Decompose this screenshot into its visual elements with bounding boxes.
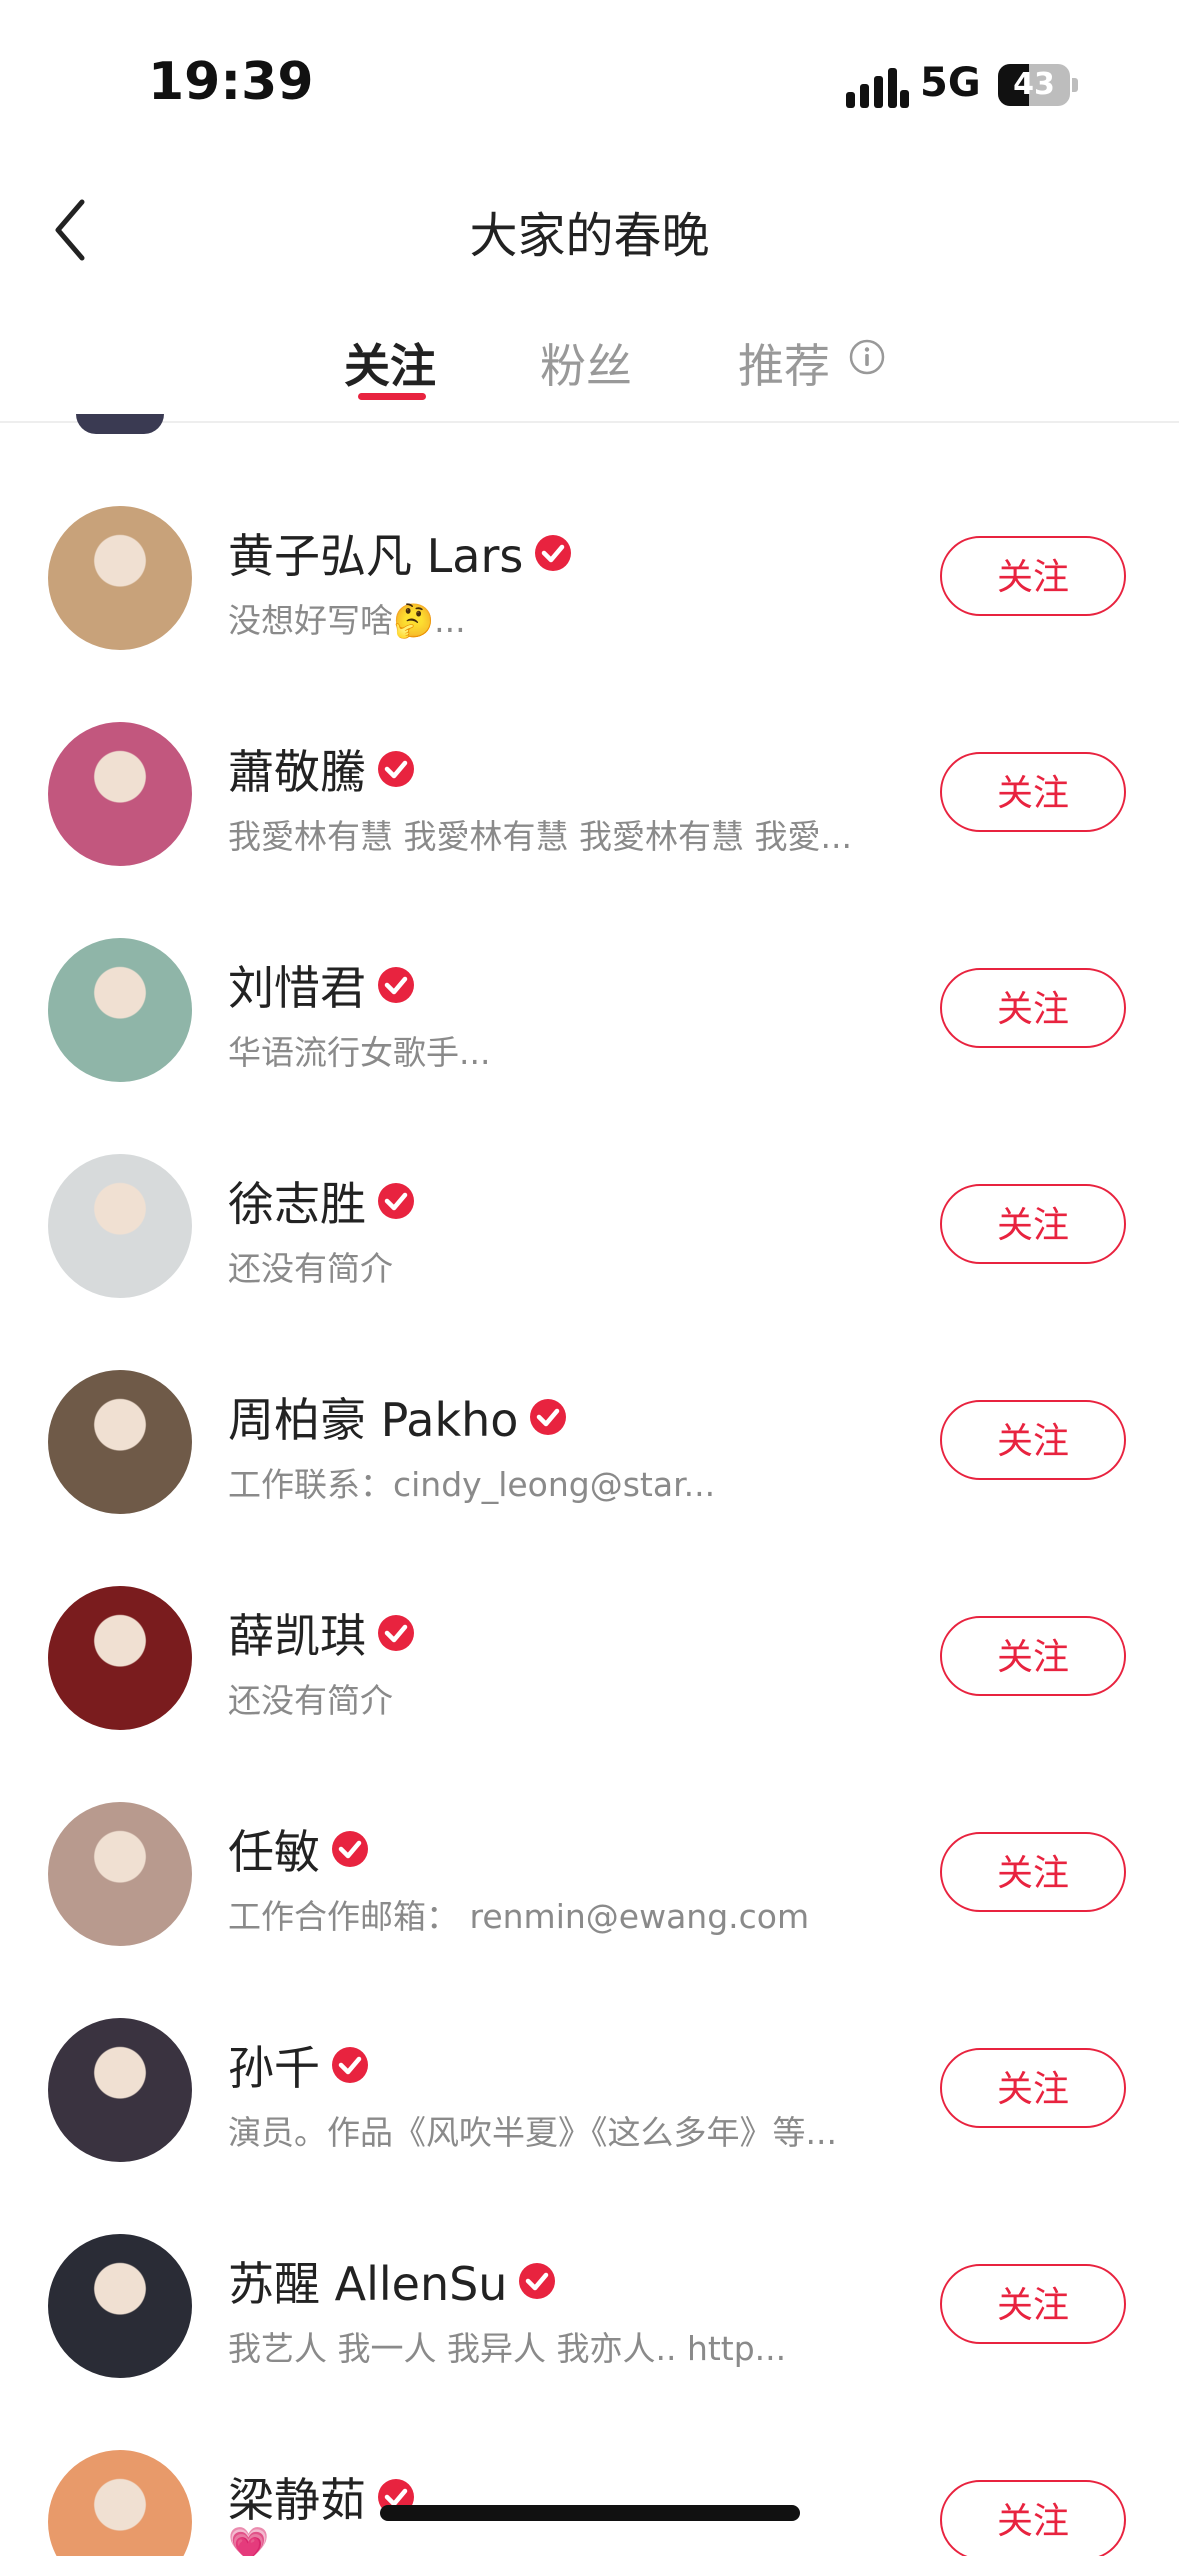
list-item[interactable]: 任敏 工作合作邮箱： renmin@ewang.com 关注 xyxy=(0,1766,1179,1982)
list-item[interactable]: 薛凯琪 还没有简介 关注 xyxy=(0,1550,1179,1766)
user-bio: 华语流行女歌手... xyxy=(228,1033,491,1072)
user-name: 孙千 xyxy=(228,2041,320,2095)
tabs-divider xyxy=(0,421,1179,423)
user-name: 徐志胜 xyxy=(228,1177,366,1231)
follow-button[interactable]: 关注 xyxy=(940,1184,1126,1264)
list-item[interactable]: 刘惜君 华语流行女歌手... 关注 xyxy=(0,902,1179,1118)
user-bio: 还没有简介 xyxy=(228,1681,393,1720)
verified-icon xyxy=(378,1615,414,1651)
user-name-line: 徐志胜 xyxy=(228,1168,416,1234)
list-item[interactable]: 周柏豪 Pakho 工作联系：cindy_leong@star... 关注 xyxy=(0,1334,1179,1550)
follow-button[interactable]: 关注 xyxy=(940,1832,1126,1912)
user-bio: 没想好写啥🤔... xyxy=(228,601,466,640)
status-time: 19:39 xyxy=(148,52,314,112)
user-name-line: 黄子弘凡 Lars xyxy=(228,520,573,586)
user-name-line: 薛凯琪 xyxy=(228,1600,416,1666)
user-bio: 还没有简介 xyxy=(228,1249,393,1288)
avatar[interactable] xyxy=(48,722,192,866)
avatar[interactable] xyxy=(76,414,164,434)
battery-level: 43 xyxy=(1013,67,1055,102)
follow-button[interactable]: 关注 xyxy=(940,2048,1126,2128)
tab-following[interactable]: 关注 xyxy=(344,330,436,396)
list-item[interactable]: 黄子弘凡 Lars 没想好写啥🤔... 关注 xyxy=(0,470,1179,686)
network-label: 5G xyxy=(920,60,981,106)
follow-button[interactable]: 关注 xyxy=(940,968,1126,1048)
verified-icon xyxy=(535,535,572,571)
follow-button[interactable]: 关注 xyxy=(940,536,1126,616)
avatar[interactable] xyxy=(48,1802,192,1946)
follow-button[interactable]: 关注 xyxy=(940,1400,1126,1480)
avatar[interactable] xyxy=(48,2018,192,2162)
verified-icon xyxy=(530,1399,567,1435)
verified-icon xyxy=(519,2263,556,2299)
avatar[interactable] xyxy=(48,2234,192,2378)
user-bio: 演员。作品《风吹半夏》《这么多年》等... xyxy=(228,2113,837,2152)
verified-icon xyxy=(378,967,414,1003)
user-name: 任敏 xyxy=(228,1825,320,1879)
user-name-line: 刘惜君 xyxy=(228,952,416,1018)
verified-icon xyxy=(378,751,414,787)
user-name: 苏醒 AllenSu xyxy=(228,2257,508,2311)
active-tab-indicator xyxy=(358,393,426,400)
battery-icon: 43 xyxy=(998,64,1078,106)
follow-button[interactable]: 关注 xyxy=(940,752,1126,832)
verified-icon xyxy=(332,1831,368,1867)
tab-fans[interactable]: 粉丝 xyxy=(540,330,632,396)
user-bio: 💗 xyxy=(228,2524,270,2556)
info-icon[interactable] xyxy=(848,338,886,376)
follow-button[interactable]: 关注 xyxy=(940,2480,1126,2556)
list-item[interactable]: 梁静茹 💗 关注 xyxy=(0,2414,1179,2556)
page-title: 大家的春晚 xyxy=(469,208,710,264)
user-name-line: 蕭敬騰 xyxy=(228,736,416,802)
tab-recommend[interactable]: 推荐 xyxy=(738,330,830,396)
avatar[interactable] xyxy=(48,1586,192,1730)
user-name-line: 苏醒 AllenSu xyxy=(228,2248,557,2314)
list-item[interactable]: 蕭敬騰 我愛林有慧 我愛林有慧 我愛林有慧 我愛... 关注 xyxy=(0,686,1179,902)
user-name-line: 周柏豪 Pakho xyxy=(228,1384,568,1450)
user-name: 梁静茹 xyxy=(228,2473,366,2527)
follow-button[interactable]: 关注 xyxy=(940,1616,1126,1696)
user-name-line: 任敏 xyxy=(228,1816,370,1882)
user-bio: 我艺人 我一人 我异人 我亦人.. http... xyxy=(228,2329,787,2368)
user-name-line: 孙千 xyxy=(228,2032,370,2098)
list-item[interactable]: 徐志胜 还没有简介 关注 xyxy=(0,1118,1179,1334)
follow-button[interactable]: 关注 xyxy=(940,2264,1126,2344)
verified-icon xyxy=(332,2047,368,2083)
user-bio: 工作合作邮箱： renmin@ewang.com xyxy=(228,1897,810,1936)
user-name: 蕭敬騰 xyxy=(228,745,366,799)
signal-icon xyxy=(846,64,909,108)
list-item[interactable]: 孙千 演员。作品《风吹半夏》《这么多年》等... 关注 xyxy=(0,1982,1179,2198)
verified-icon xyxy=(378,1183,414,1219)
avatar[interactable] xyxy=(48,938,192,1082)
home-indicator[interactable] xyxy=(380,2505,800,2521)
avatar[interactable] xyxy=(48,506,192,650)
user-name: 黄子弘凡 Lars xyxy=(228,529,524,583)
user-name: 薛凯琪 xyxy=(228,1609,366,1663)
avatar[interactable] xyxy=(48,1370,192,1514)
user-name: 刘惜君 xyxy=(228,961,366,1015)
list-item[interactable]: 苏醒 AllenSu 我艺人 我一人 我异人 我亦人.. http... 关注 xyxy=(0,2198,1179,2414)
avatar[interactable] xyxy=(48,1154,192,1298)
user-bio: 工作联系：cindy_leong@star... xyxy=(228,1465,716,1504)
user-bio: 我愛林有慧 我愛林有慧 我愛林有慧 我愛... xyxy=(228,817,852,856)
avatar[interactable] xyxy=(48,2450,192,2556)
user-name: 周柏豪 Pakho xyxy=(228,1393,519,1447)
